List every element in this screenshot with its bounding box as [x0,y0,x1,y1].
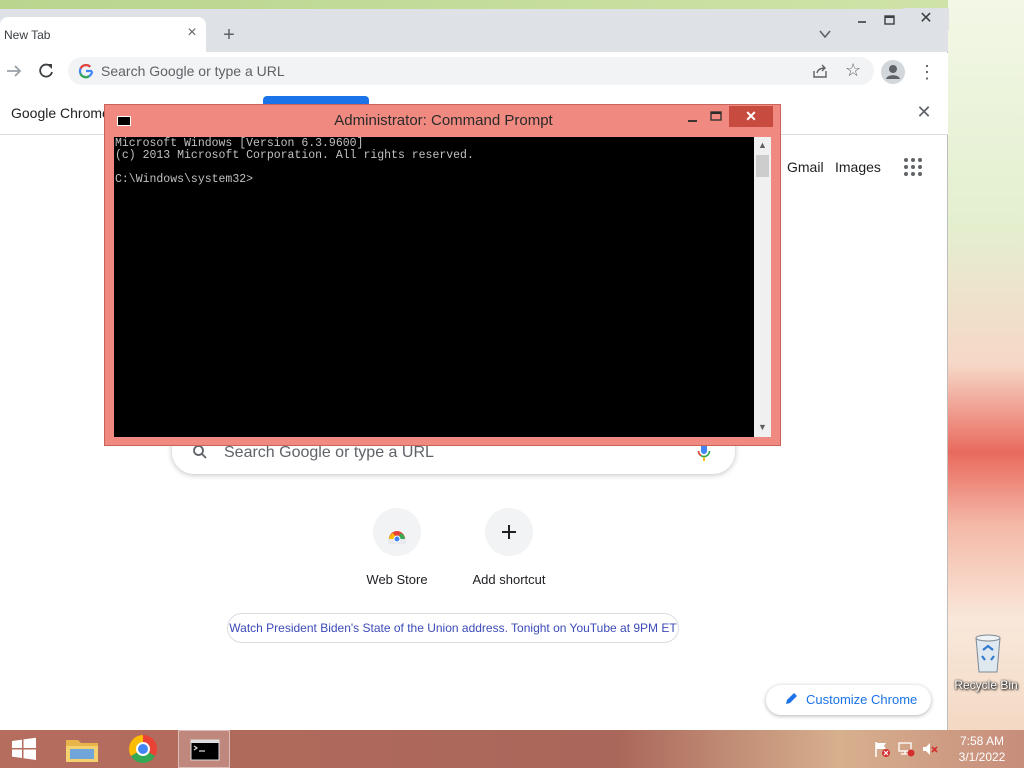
clock-time: 7:58 AM [959,734,1005,748]
omnibox-placeholder: Search Google or type a URL [101,63,285,79]
clock-date: 3/1/2022 [958,750,1006,764]
promo-link[interactable]: Watch President Biden's State of the Uni… [227,613,679,643]
cmd-console[interactable]: Microsoft Windows [Version 6.3.9600] (c) … [114,137,754,437]
command-prompt-window: Administrator: Command Prompt ✕ Microsof… [104,104,781,446]
cmd-scrollbar[interactable]: ▲ ▼ [754,137,771,437]
shortcut-label: Add shortcut [472,572,546,587]
search-icon [192,444,208,460]
forward-arrow-icon[interactable] [4,61,24,81]
omnibox[interactable]: Search Google or type a URL ☆ [68,57,874,85]
desktop-background [948,0,1024,730]
tab-new-tab[interactable]: New Tab × [0,17,206,53]
profile-avatar-icon[interactable] [881,60,905,84]
maximize-button[interactable] [880,12,900,30]
chrome-toolbar: Search Google or type a URL ☆ ⋮ [0,53,948,91]
recycle-bin-icon [973,632,1003,674]
cmd-close-button[interactable]: ✕ [729,106,773,127]
cmd-maximize-button[interactable] [706,109,726,127]
promo-text: Watch President Biden's State of the Uni… [229,621,677,635]
chrome-web-store-icon [373,508,421,556]
tab-title: New Tab [4,28,51,42]
chrome-menu-icon[interactable]: ⋮ [918,61,936,83]
images-link[interactable]: Images [835,159,881,175]
infobar-close-icon[interactable]: ✕ [915,102,933,122]
cmd-minimize-button[interactable] [683,109,703,127]
pencil-icon [784,692,798,706]
gmail-link[interactable]: Gmail [787,159,824,175]
infobar-text: Google Chrome [11,105,110,121]
scroll-down-arrow-icon[interactable]: ▼ [757,422,768,432]
scroll-thumb[interactable] [756,155,769,177]
plus-icon [485,508,533,556]
bookmark-star-icon[interactable]: ☆ [845,60,863,80]
google-chrome-taskbar-icon[interactable] [117,730,169,768]
customize-label: Customize Chrome [806,692,918,707]
tab-close-icon[interactable]: × [184,25,200,41]
scroll-up-arrow-icon[interactable]: ▲ [757,140,768,150]
tab-search-chevron-icon[interactable] [817,26,833,42]
reload-icon[interactable] [36,61,56,81]
recycle-bin-label: Recycle Bin [954,678,1018,692]
google-apps-icon[interactable] [904,158,922,176]
recycle-bin-shortcut[interactable]: Recycle Bin [952,632,1024,698]
volume-icon[interactable] [921,740,939,758]
shortcut-label: Web Store [366,572,428,587]
console-line: (c) 2013 Microsoft Corporation. All righ… [115,149,474,162]
shortcut-add[interactable]: Add shortcut [454,508,564,587]
taskbar: 7:58 AM 3/1/2022 [0,730,1024,768]
search-placeholder: Search Google or type a URL [224,444,434,461]
minimize-button[interactable] [852,10,872,30]
console-prompt: C:\Windows\system32> [115,173,254,186]
windows-start-icon[interactable] [9,737,39,761]
file-explorer-icon[interactable] [56,730,108,768]
taskbar-clock[interactable]: 7:58 AM 3/1/2022 [951,733,1013,765]
window-close-button[interactable]: ✕ [903,8,949,30]
command-prompt-taskbar-icon[interactable] [178,730,230,768]
network-icon[interactable] [897,740,915,758]
new-tab-button[interactable]: + [219,24,239,46]
share-icon[interactable] [812,63,828,79]
chrome-titlebar: New Tab × + ✕ [0,0,949,53]
customize-chrome-button[interactable]: Customize Chrome [766,685,931,715]
cmd-title: Administrator: Command Prompt [334,112,553,129]
action-center-flag-icon[interactable] [873,740,891,758]
shortcut-web-store[interactable]: Web Store [342,508,452,587]
titlebar-accent [0,0,948,9]
google-g-icon [78,63,94,79]
